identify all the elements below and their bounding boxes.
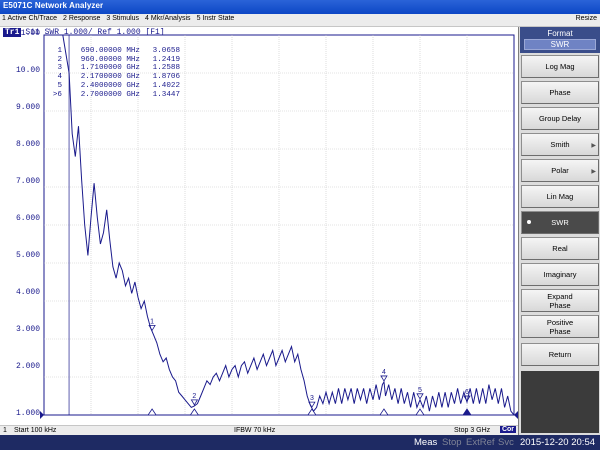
softkey-polar[interactable]: Polar ▶	[521, 159, 599, 182]
channel-number[interactable]: 1	[3, 427, 7, 434]
marker-5-label: 5	[418, 387, 422, 394]
trace-badge[interactable]: Tr1	[3, 28, 22, 37]
softkey-label: Real	[552, 244, 568, 253]
softkey-label: Smith	[550, 140, 570, 149]
submenu-arrow-icon: ▶	[591, 143, 596, 149]
marker-row: 1 690.00000 MHz 3.0658	[50, 47, 180, 56]
softkey-label: Group Delay	[538, 114, 582, 123]
ifbw[interactable]: IFBW 70 kHz	[234, 427, 275, 434]
marker-freq: 2.1700000 GHz	[80, 73, 140, 82]
y-tick-label: 8.000	[15, 140, 40, 149]
softkey-header: Format SWR	[520, 27, 600, 53]
marker-row: 3 1.7100000 GHz 1.2588	[50, 64, 180, 73]
resize-button[interactable]: Resize	[576, 15, 597, 22]
marker-row: 5 2.4000000 GHz 1.4022	[50, 82, 180, 91]
softkey-label: Positive Phase	[546, 317, 574, 336]
softkey-phase[interactable]: Phase	[521, 81, 599, 104]
trace-header: Tr1 S11 SWR 1.000/ Ref 1.000 [F1]	[3, 28, 165, 37]
softkey-swr[interactable]: SWR	[521, 211, 599, 234]
marker-freq: 2.7000000 GHz	[80, 90, 140, 99]
y-tick-label: 10.00	[15, 66, 40, 75]
softkey-lin-mag[interactable]: Lin Mag	[521, 185, 599, 208]
marker-4-label: 4	[382, 369, 386, 376]
softkey-header-title: Format	[547, 29, 573, 38]
softkey-label: Polar	[551, 166, 569, 175]
softkey-log-mag[interactable]: Log Mag	[521, 55, 599, 78]
softkey-label: SWR	[551, 218, 569, 227]
marker-freq: 2.4000000 GHz	[80, 81, 140, 90]
softkey-label: Log Mag	[545, 62, 575, 71]
date-time: 2015-12-20 20:54	[520, 437, 596, 448]
correction-badge[interactable]: Cor	[499, 426, 516, 433]
softkey-group-delay[interactable]: Group Delay	[521, 107, 599, 130]
y-tick-label: 5.000	[15, 251, 40, 260]
ref-level-left-icon	[40, 411, 44, 419]
y-tick-label: 3.000	[15, 325, 40, 334]
marker-table: 1 690.00000 MHz 3.0658 2 960.00000 MHz 1.241…	[50, 47, 180, 99]
y-tick-label: 7.000	[15, 177, 40, 186]
softkey-label: Return	[548, 350, 572, 359]
menu-bar: 1 Active Ch/Trace 2 Response 3 Stimulus …	[0, 14, 600, 27]
marker-value: 1.3447	[152, 90, 180, 99]
marker-row: >6 2.7000000 GHz 1.3447	[50, 91, 180, 100]
y-tick-label: 9.000	[15, 103, 40, 112]
marker-row: 4 2.1700000 GHz 1.8706	[50, 73, 180, 82]
title-bar: E5071C Network Analyzer	[0, 0, 600, 14]
softkey-panel-empty	[521, 371, 599, 433]
selected-bullet-icon	[527, 220, 531, 224]
marker-freq: 1.7100000 GHz	[80, 64, 140, 73]
trace-label: S11 SWR 1.000/ Ref 1.000 [F1]	[25, 28, 165, 37]
marker-value: 3.0658	[152, 47, 180, 55]
stop-frequency[interactable]: Stop 3 GHz	[454, 427, 490, 434]
marker-freq: 960.00000 MHz	[80, 55, 140, 64]
softkey-positive-phase[interactable]: Positive Phase	[521, 315, 599, 338]
softkey-label: Imaginary	[543, 270, 577, 279]
marker-2-label: 2	[192, 393, 196, 400]
y-tick-label: 1.000	[15, 409, 40, 418]
softkey-header-value: SWR	[524, 39, 596, 50]
softkey-return[interactable]: Return	[521, 343, 599, 366]
softkey-smith[interactable]: Smith ▶	[521, 133, 599, 156]
y-tick-label: 6.000	[15, 214, 40, 223]
start-frequency[interactable]: Start 100 kHz	[14, 427, 56, 434]
menu-response[interactable]: 2 Response	[63, 15, 100, 22]
softkey-label: Phase	[549, 88, 571, 97]
y-tick-label: 4.000	[15, 288, 40, 297]
marker-value: 1.4022	[152, 81, 180, 90]
softkey-label: Expand Phase	[547, 291, 573, 310]
y-tick-label: 2.000	[15, 362, 40, 371]
softkey-real[interactable]: Real	[521, 237, 599, 260]
marker-id: >6	[52, 90, 62, 99]
stop-indicator: Stop	[442, 437, 462, 448]
marker-value: 1.2419	[152, 55, 180, 64]
marker-id: 2	[57, 55, 62, 64]
meas-indicator: Meas	[414, 437, 438, 448]
marker-id: 4	[57, 73, 62, 82]
marker-id: 3	[57, 64, 62, 73]
marker-id: 1	[57, 47, 62, 55]
marker-6-label: 6	[465, 389, 469, 396]
marker-3-label: 3	[310, 395, 314, 402]
extref-indicator: ExtRef	[466, 437, 495, 448]
marker-freq: 690.00000 MHz	[80, 47, 140, 55]
marker-id: 5	[57, 81, 62, 90]
menu-items: 1 Active Ch/Trace 2 Response 3 Stimulus …	[2, 15, 234, 22]
softkey-expand-phase[interactable]: Expand Phase	[521, 289, 599, 312]
svc-indicator: Svc	[498, 437, 514, 448]
menu-instr-state[interactable]: 5 Instr State	[197, 15, 235, 22]
marker-row: 2 960.00000 MHz 1.2419	[50, 56, 180, 65]
window-title: E5071C Network Analyzer	[3, 1, 104, 10]
softkey-label: Lin Mag	[546, 192, 574, 201]
marker-1-label: 1	[150, 318, 154, 325]
submenu-arrow-icon: ▶	[591, 169, 596, 175]
menu-active-ch-trace[interactable]: 1 Active Ch/Trace	[2, 15, 57, 22]
marker-value: 1.8706	[152, 73, 180, 82]
softkey-imaginary[interactable]: Imaginary	[521, 263, 599, 286]
marker-value: 1.2588	[152, 64, 180, 73]
menu-stimulus[interactable]: 3 Stimulus	[106, 15, 139, 22]
softkey-panel: Format SWR Log Mag Phase Group Delay Smi…	[518, 27, 600, 435]
menu-mkr-analysis[interactable]: 4 Mkr/Analysis	[145, 15, 191, 22]
instrument-info-bar: Meas Stop ExtRef Svc 2015-12-20 20:54	[0, 435, 600, 450]
